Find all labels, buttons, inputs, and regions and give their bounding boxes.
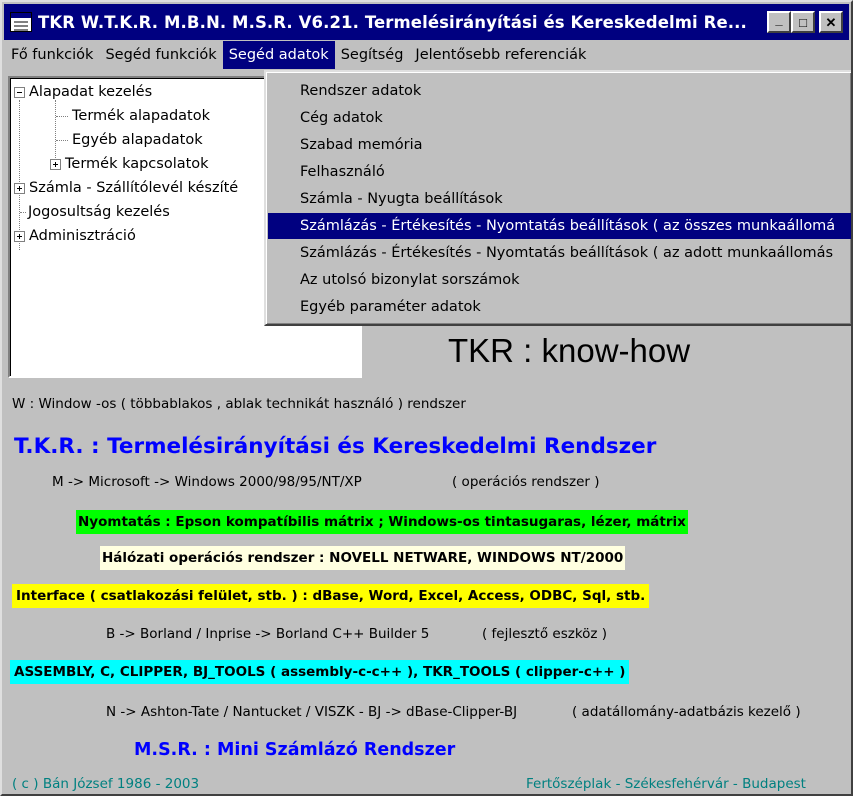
tree-item-label: Jogosultság kezelés <box>28 204 170 220</box>
tree-item-szamla-szallitolevel[interactable]: Számla - Szállítólevél készíté <box>14 176 238 200</box>
nyomtatas-band: Nyomtatás : Epson kompatíbilis mátrix ; … <box>76 510 688 534</box>
tkr-title: T.K.R. : Termelésirányítási és Kereskede… <box>14 434 657 459</box>
menu-fo-funkciok[interactable]: Fő funkciók <box>4 41 99 69</box>
places-text: Fertőszéplak - Székesfehérvár - Budapest <box>526 776 806 792</box>
halozati-band: Hálózati operációs rendszer : NOVELL NET… <box>100 546 626 570</box>
tree-item-label: Alapadat kezelés <box>29 84 153 100</box>
msr-heading: M.S.R. : Mini Számlázó Rendszer <box>134 740 456 760</box>
app-icon[interactable] <box>10 12 32 32</box>
expand-icon[interactable] <box>14 182 25 194</box>
collapse-icon[interactable] <box>14 86 25 98</box>
expand-icon[interactable] <box>50 158 61 170</box>
menuitem-utolso-bizonylat-sorszamok[interactable]: Az utolsó bizonylat sorszámok <box>268 267 851 293</box>
menuitem-rendszer-adatok[interactable]: Rendszer adatok <box>268 78 851 104</box>
expand-icon[interactable] <box>14 230 25 242</box>
assembly-band: ASSEMBLY, C, CLIPPER, BJ_TOOLS ( assembl… <box>10 660 630 684</box>
m-line: M -> Microsoft -> Windows 2000/98/95/NT/… <box>52 474 362 490</box>
b-note: ( fejlesztő eszköz ) <box>482 626 608 642</box>
tree-item-label: Adminisztráció <box>29 228 136 244</box>
app-window: TKR W.T.K.R. M.B.N. M.S.R. V6.21. Termel… <box>0 0 853 796</box>
menuitem-ceg-adatok[interactable]: Cég adatok <box>268 105 851 131</box>
tree-item-egyeb-alapadatok[interactable]: Egyéb alapadatok <box>56 128 203 152</box>
copyright-text: ( c ) Bán József 1986 - 2003 <box>12 776 200 792</box>
menu-bar: Fő funkciók Segéd funkciók Segéd adatok … <box>4 40 849 70</box>
tree-item-termek-kapcsolatok[interactable]: Termék kapcsolatok <box>50 152 209 176</box>
maximize-button[interactable]: □ <box>791 11 815 33</box>
tree-item-label: Termék kapcsolatok <box>65 156 209 172</box>
tree-branch-line <box>20 211 26 213</box>
tree-branch-line <box>56 139 68 141</box>
menu-jelentosebb-referenciak[interactable]: Jelentősebb referenciák <box>409 41 592 69</box>
tree-item-label: Számla - Szállítólevél készíté <box>29 180 239 196</box>
tree-item-label: Egyéb alapadatok <box>72 132 203 148</box>
n-note: ( adatállomány-adatbázis kezelő ) <box>572 704 801 720</box>
menuitem-szamlazas-osszes-munkaallomas[interactable]: Számlázás - Értékesítés - Nyomtatás beál… <box>268 213 851 239</box>
n-line: N -> Ashton-Tate / Nantucket / VISZK - B… <box>106 704 518 720</box>
menu-seged-adatok[interactable]: Segéd adatok <box>222 41 335 69</box>
menuitem-szabad-memoria[interactable]: Szabad memória <box>268 132 851 158</box>
seged-adatok-dropdown: Rendszer adatok Cég adatok Szabad memóri… <box>264 70 851 326</box>
m-note: ( operációs rendszer ) <box>452 474 600 490</box>
menu-seged-funkciok[interactable]: Segéd funkciók <box>99 41 222 69</box>
tree-item-adminisztracio[interactable]: Adminisztráció <box>14 224 136 248</box>
menu-segitseg[interactable]: Segítség <box>335 41 410 69</box>
window-title: TKR W.T.K.R. M.B.N. M.S.R. V6.21. Termel… <box>38 12 747 32</box>
tree-branch-line <box>56 115 68 117</box>
menuitem-felhasznalo[interactable]: Felhasználó <box>268 159 851 185</box>
tree-item-label: Termék alapadatok <box>72 108 211 124</box>
title-bar[interactable]: TKR W.T.K.R. M.B.N. M.S.R. V6.21. Termel… <box>4 4 849 40</box>
close-button[interactable]: ✕ <box>819 11 843 33</box>
minimize-button[interactable]: _ <box>767 11 791 33</box>
menuitem-egyeb-parameter-adatok[interactable]: Egyéb paraméter adatok <box>268 294 851 320</box>
tree-item-alapadat-kezeles[interactable]: Alapadat kezelés <box>14 80 152 104</box>
tree-item-termek-alapadatok[interactable]: Termék alapadatok <box>56 104 210 128</box>
close-icon: ✕ <box>825 14 837 30</box>
maximize-icon: □ <box>799 14 807 30</box>
minimize-icon: _ <box>775 11 783 27</box>
interface-band: Interface ( csatlakozási felület, stb. )… <box>12 584 650 608</box>
menuitem-szamla-nyugta-beallitasok[interactable]: Számla - Nyugta beállítások <box>268 186 851 212</box>
b-line: B -> Borland / Inprise -> Borland C++ Bu… <box>106 626 430 642</box>
menuitem-szamlazas-adott-munkaallomas[interactable]: Számlázás - Értékesítés - Nyomtatás beál… <box>268 240 851 266</box>
w-line: W : Window -os ( többablakos , ablak tec… <box>12 396 466 412</box>
tree-item-jogosultsag-kezeles[interactable]: Jogosultság kezelés <box>20 200 170 224</box>
knowhow-heading: TKR : know-how <box>448 332 691 369</box>
